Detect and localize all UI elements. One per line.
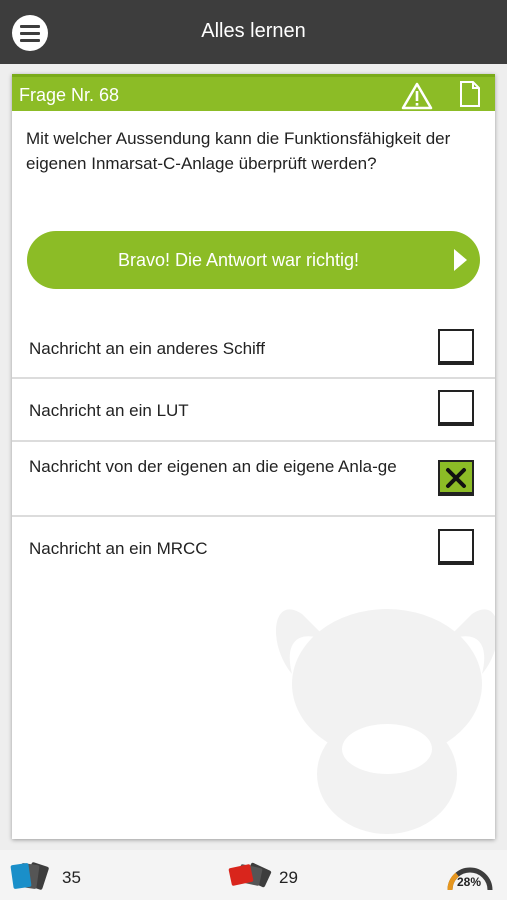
wrong-count: 29	[279, 868, 298, 887]
answer-label: Nachricht von der eigenen an die eigene …	[29, 457, 397, 476]
feedback-next-button[interactable]: Bravo! Die Antwort war richtig!	[27, 231, 480, 289]
blue-cards-icon	[10, 862, 49, 890]
progress-gauge[interactable]: 28%	[440, 850, 500, 900]
bottom-stats-bar: 35 29 28%	[0, 850, 507, 900]
question-card: Frage Nr. 68 Mit welcher Aussendung kann…	[12, 74, 495, 839]
answer-checkbox-checked[interactable]	[438, 460, 474, 496]
answer-checkbox[interactable]	[438, 390, 474, 426]
cross-mark-icon	[446, 468, 466, 488]
bull-watermark-icon	[275, 609, 495, 834]
question-text: Mit welcher Aussendung kann die Funktion…	[26, 129, 451, 173]
question-header: Frage Nr. 68	[12, 74, 495, 111]
correct-cards-stat[interactable]: 35	[0, 850, 100, 900]
play-arrow-icon	[454, 249, 467, 271]
answer-list: Nachricht an ein anderes Schiff Nachrich…	[12, 317, 495, 579]
answer-label: Nachricht an ein LUT	[29, 401, 189, 420]
wrong-cards-stat[interactable]: 29	[225, 850, 325, 900]
answer-label: Nachricht an ein MRCC	[29, 539, 208, 558]
red-cards-icon	[228, 862, 272, 888]
answer-option[interactable]: Nachricht von der eigenen an die eigene …	[12, 442, 495, 517]
answer-option[interactable]: Nachricht an ein MRCC	[12, 517, 495, 579]
answer-checkbox[interactable]	[438, 529, 474, 565]
progress-percent: 28%	[457, 875, 482, 889]
correct-count: 35	[62, 868, 81, 887]
feedback-label: Bravo! Die Antwort war richtig!	[117, 250, 360, 270]
answer-option[interactable]: Nachricht an ein anderes Schiff	[12, 317, 495, 379]
answer-option[interactable]: Nachricht an ein LUT	[12, 379, 495, 442]
page-title: Alles lernen	[201, 20, 306, 42]
warning-icon[interactable]	[401, 82, 433, 110]
answer-checkbox[interactable]	[438, 329, 474, 365]
answer-label: Nachricht an ein anderes Schiff	[29, 339, 265, 358]
question-number: Frage Nr. 68	[19, 85, 120, 105]
document-icon[interactable]	[458, 80, 482, 108]
app-bar: Alles lernen	[0, 0, 507, 64]
